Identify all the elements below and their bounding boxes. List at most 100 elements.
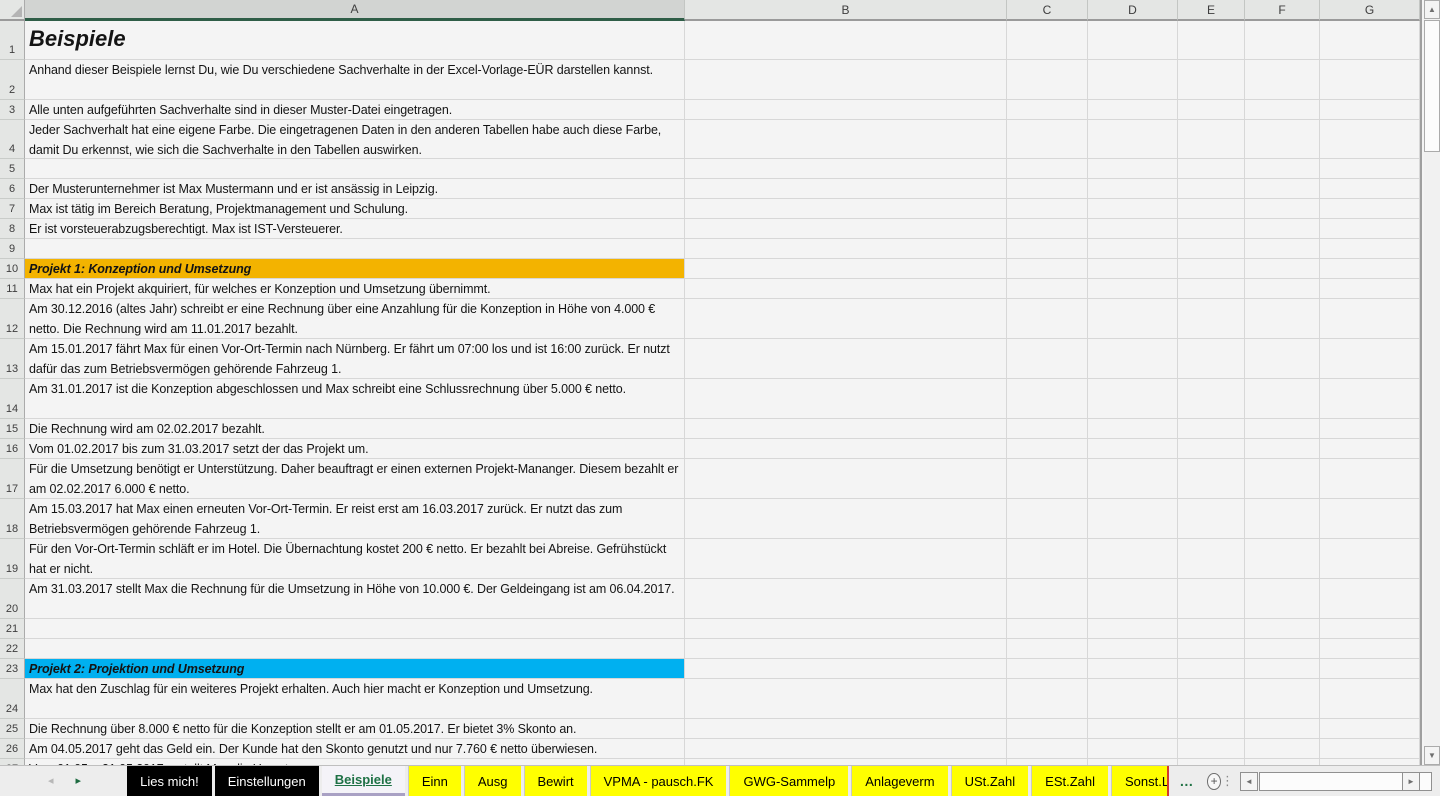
cell-A21[interactable] [25, 619, 685, 639]
cell-F23[interactable] [1245, 659, 1320, 679]
cell-E26[interactable] [1178, 739, 1245, 759]
more-tabs-ellipsis[interactable]: … [1173, 766, 1199, 796]
cell-E18[interactable] [1178, 499, 1245, 539]
scroll-up-button[interactable]: ▲ [1424, 0, 1440, 19]
cell-D11[interactable] [1088, 279, 1178, 299]
cell-D26[interactable] [1088, 739, 1178, 759]
cell-E25[interactable] [1178, 719, 1245, 739]
row-header-18[interactable]: 18 [0, 499, 25, 539]
cell-C21[interactable] [1007, 619, 1088, 639]
row-header-24[interactable]: 24 [0, 679, 25, 719]
cell-D4[interactable] [1088, 120, 1178, 159]
row-header-13[interactable]: 13 [0, 339, 25, 379]
cell-G16[interactable] [1320, 439, 1420, 459]
sheet-tab-einstellungen[interactable]: Einstellungen [215, 766, 319, 796]
cell-F1[interactable] [1245, 21, 1320, 60]
cell-F18[interactable] [1245, 499, 1320, 539]
cell-G5[interactable] [1320, 159, 1420, 179]
row-header-6[interactable]: 6 [0, 179, 25, 199]
cell-D20[interactable] [1088, 579, 1178, 619]
select-all-corner[interactable] [0, 0, 25, 21]
cell-F19[interactable] [1245, 539, 1320, 579]
cell-F7[interactable] [1245, 199, 1320, 219]
cell-A3[interactable]: Alle unten aufgeführten Sachverhalte sin… [25, 100, 685, 120]
cell-C16[interactable] [1007, 439, 1088, 459]
cell-C10[interactable] [1007, 259, 1088, 279]
cell-E1[interactable] [1178, 21, 1245, 60]
cell-A18[interactable]: Am 15.03.2017 hat Max einen erneuten Vor… [25, 499, 685, 539]
cell-F10[interactable] [1245, 259, 1320, 279]
cell-B10[interactable] [685, 259, 1007, 279]
cell-A17[interactable]: Für die Umsetzung benötigt er Unterstütz… [25, 459, 685, 499]
cell-C5[interactable] [1007, 159, 1088, 179]
row-header-19[interactable]: 19 [0, 539, 25, 579]
cell-B25[interactable] [685, 719, 1007, 739]
column-header-F[interactable]: F [1245, 0, 1320, 21]
sheet-tab-beispiele[interactable]: Beispiele [322, 766, 405, 796]
cell-C3[interactable] [1007, 100, 1088, 120]
row-header-7[interactable]: 7 [0, 199, 25, 219]
cell-C14[interactable] [1007, 379, 1088, 419]
cell-E6[interactable] [1178, 179, 1245, 199]
cell-C12[interactable] [1007, 299, 1088, 339]
cell-D9[interactable] [1088, 239, 1178, 259]
cell-G24[interactable] [1320, 679, 1420, 719]
row-header-2[interactable]: 2 [0, 60, 25, 100]
cell-E23[interactable] [1178, 659, 1245, 679]
cell-C9[interactable] [1007, 239, 1088, 259]
cell-F6[interactable] [1245, 179, 1320, 199]
cell-A20[interactable]: Am 31.03.2017 stellt Max die Rechnung fü… [25, 579, 685, 619]
cell-F16[interactable] [1245, 439, 1320, 459]
cell-G1[interactable] [1320, 21, 1420, 60]
cell-B4[interactable] [685, 120, 1007, 159]
cell-B1[interactable] [685, 21, 1007, 60]
cell-A9[interactable] [25, 239, 685, 259]
row-header-1[interactable]: 1 [0, 21, 25, 60]
cell-D21[interactable] [1088, 619, 1178, 639]
cell-B6[interactable] [685, 179, 1007, 199]
cell-F5[interactable] [1245, 159, 1320, 179]
cell-D5[interactable] [1088, 159, 1178, 179]
cell-E11[interactable] [1178, 279, 1245, 299]
row-header-23[interactable]: 23 [0, 659, 25, 679]
cell-A23[interactable]: Projekt 2: Projektion und Umsetzung [25, 659, 685, 679]
cell-F15[interactable] [1245, 419, 1320, 439]
cell-B8[interactable] [685, 219, 1007, 239]
cell-D3[interactable] [1088, 100, 1178, 120]
scroll-down-button[interactable]: ▼ [1424, 746, 1440, 765]
cell-B18[interactable] [685, 499, 1007, 539]
cell-B22[interactable] [685, 639, 1007, 659]
cell-A14[interactable]: Am 31.01.2017 ist die Konzeption abgesch… [25, 379, 685, 419]
cell-F26[interactable] [1245, 739, 1320, 759]
cell-G18[interactable] [1320, 499, 1420, 539]
cell-B17[interactable] [685, 459, 1007, 499]
cell-F14[interactable] [1245, 379, 1320, 419]
new-sheet-button[interactable]: + [1207, 773, 1221, 790]
cell-A12[interactable]: Am 30.12.2016 (altes Jahr) schreibt er e… [25, 299, 685, 339]
cell-A19[interactable]: Für den Vor-Ort-Termin schläft er im Hot… [25, 539, 685, 579]
cell-B13[interactable] [685, 339, 1007, 379]
cell-A25[interactable]: Die Rechnung über 8.000 € netto für die … [25, 719, 685, 739]
cell-E2[interactable] [1178, 60, 1245, 100]
row-header-14[interactable]: 14 [0, 379, 25, 419]
cell-A24[interactable]: Max hat den Zuschlag für ein weiteres Pr… [25, 679, 685, 719]
cell-B21[interactable] [685, 619, 1007, 639]
cell-F8[interactable] [1245, 219, 1320, 239]
column-header-D[interactable]: D [1088, 0, 1178, 21]
cell-A22[interactable] [25, 639, 685, 659]
cell-E21[interactable] [1178, 619, 1245, 639]
cell-E22[interactable] [1178, 639, 1245, 659]
cell-E13[interactable] [1178, 339, 1245, 379]
cell-C22[interactable] [1007, 639, 1088, 659]
prev-sheet-icon[interactable]: ◂ [48, 776, 54, 787]
cell-G7[interactable] [1320, 199, 1420, 219]
cell-G4[interactable] [1320, 120, 1420, 159]
cell-D24[interactable] [1088, 679, 1178, 719]
cell-C24[interactable] [1007, 679, 1088, 719]
cell-E19[interactable] [1178, 539, 1245, 579]
cell-G6[interactable] [1320, 179, 1420, 199]
cell-E16[interactable] [1178, 439, 1245, 459]
cell-B23[interactable] [685, 659, 1007, 679]
cell-D16[interactable] [1088, 439, 1178, 459]
cell-C26[interactable] [1007, 739, 1088, 759]
